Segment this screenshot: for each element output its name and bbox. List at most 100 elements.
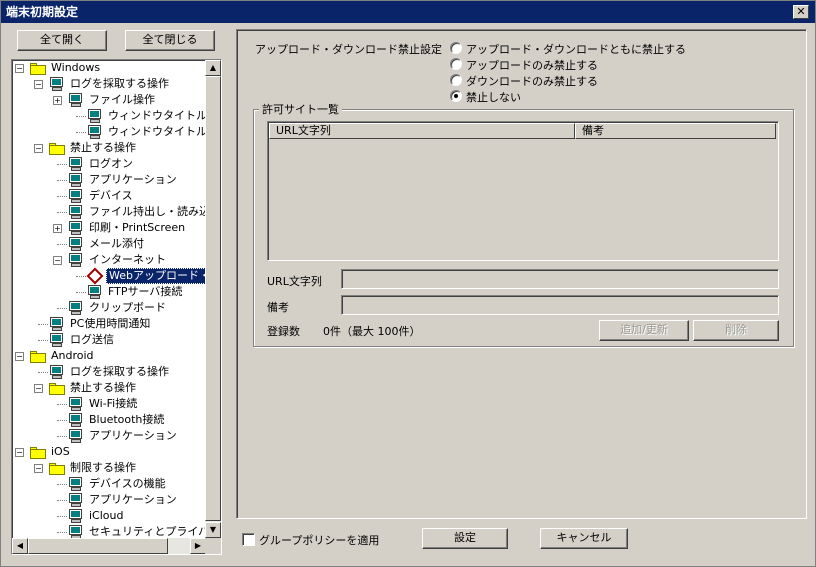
note-field-label: 備考 xyxy=(267,301,289,314)
collapse-icon[interactable]: − xyxy=(34,384,43,393)
delete-button[interactable]: 削除 xyxy=(693,320,779,341)
cancel-button[interactable]: キャンセル xyxy=(540,528,628,549)
scrollbar-corner xyxy=(205,538,221,554)
column-header-note[interactable]: 備考 xyxy=(575,123,776,139)
computer-icon xyxy=(68,301,84,316)
tree-item[interactable]: ログ送信 xyxy=(12,332,206,348)
folder-icon xyxy=(49,383,65,395)
tree-item-label: ログを採取する操作 xyxy=(70,77,169,90)
tree-item[interactable]: FTPサーバ接続 xyxy=(12,284,206,300)
tree-item[interactable]: − 制限する操作 xyxy=(12,460,206,476)
upload-download-setting-label: アップロード・ダウンロード禁止設定 xyxy=(255,43,442,56)
tree-item[interactable]: − Windows xyxy=(12,60,206,76)
group-policy-checkbox[interactable] xyxy=(242,533,255,546)
collapse-icon[interactable]: − xyxy=(15,448,24,457)
collapse-icon[interactable]: − xyxy=(34,464,43,473)
radio-option-label: ダウンロードのみ禁止する xyxy=(466,75,598,88)
settings-tree[interactable]: −Windows−ログを採取する操作+ファイル操作ウィンドウタイトルフィルウィン… xyxy=(11,59,222,555)
tree-item[interactable]: ウィンドウタイトル画面キ xyxy=(12,124,206,140)
tree-item-label: 制限する操作 xyxy=(70,461,136,474)
folder-icon xyxy=(49,463,65,475)
tree-item[interactable]: + 印刷・PrintScreen xyxy=(12,220,206,236)
computer-icon xyxy=(68,189,84,204)
tree-connector xyxy=(57,212,67,213)
tree-item-label: Windows xyxy=(51,61,101,74)
tree-item[interactable]: ログを採取する操作 xyxy=(12,364,206,380)
tree-item[interactable]: ファイル持出し・読み込 xyxy=(12,204,206,220)
radio-option-2[interactable] xyxy=(450,74,462,86)
tree-item[interactable]: Wi-Fi接続 xyxy=(12,396,206,412)
collapse-icon[interactable]: − xyxy=(53,256,62,265)
allowed-sites-list[interactable]: URL文字列 備考 xyxy=(267,121,779,261)
tree-item[interactable]: デバイス xyxy=(12,188,206,204)
tree-vertical-scrollbar[interactable]: ▲ ▼ xyxy=(205,60,221,538)
tree-connector xyxy=(38,324,48,325)
tree-item-label: Bluetooth接続 xyxy=(89,413,165,426)
scroll-right-icon[interactable]: ▶ xyxy=(190,538,206,554)
set-button[interactable]: 設定 xyxy=(422,528,508,549)
tree-item-label: 禁止する操作 xyxy=(70,141,136,154)
url-input[interactable] xyxy=(341,269,779,289)
radio-option-0[interactable] xyxy=(450,42,462,54)
collapse-icon[interactable]: − xyxy=(15,64,24,73)
tree-item-label: ログ送信 xyxy=(70,333,114,346)
tree-item-label: セキュリティとプライバシ xyxy=(89,525,206,538)
scroll-up-icon[interactable]: ▲ xyxy=(205,60,221,76)
tree-item-label: Webアップロード・ダ xyxy=(106,268,206,284)
radio-option-3[interactable] xyxy=(450,90,462,102)
computer-icon xyxy=(87,125,103,140)
expand-all-button[interactable]: 全て開く xyxy=(17,30,107,51)
scroll-left-icon[interactable]: ◀ xyxy=(12,538,28,554)
scroll-thumb-horizontal[interactable] xyxy=(28,538,168,554)
tree-connector xyxy=(57,308,67,309)
tree-item[interactable]: − Android xyxy=(12,348,206,364)
add-update-button[interactable]: 追加/更新 xyxy=(599,320,689,341)
expand-icon[interactable]: + xyxy=(53,96,62,105)
tree-horizontal-scrollbar[interactable]: ◀ ▶ xyxy=(12,538,206,554)
tree-item[interactable]: メール添付 xyxy=(12,236,206,252)
diamond-icon xyxy=(86,267,104,285)
collapse-all-button[interactable]: 全て閉じる xyxy=(125,30,215,51)
window-title: 端末初期設定 xyxy=(6,5,79,19)
tree-item[interactable]: − インターネット xyxy=(12,252,206,268)
tree-item[interactable]: アプリケーション xyxy=(12,172,206,188)
close-button[interactable]: ✕ xyxy=(793,5,809,19)
computer-icon xyxy=(68,93,84,108)
tree-item[interactable]: クリップボード xyxy=(12,300,206,316)
computer-icon xyxy=(68,509,84,524)
tree-item[interactable]: セキュリティとプライバシ xyxy=(12,524,206,538)
tree-item[interactable]: + ファイル操作 xyxy=(12,92,206,108)
tree-item-label: iCloud xyxy=(89,509,124,522)
expand-icon[interactable]: + xyxy=(53,224,62,233)
tree-item[interactable]: ウィンドウタイトルフィル xyxy=(12,108,206,124)
note-input[interactable] xyxy=(341,295,779,315)
radio-option-label: 禁止しない xyxy=(466,91,521,104)
tree-item-label: クリップボード xyxy=(89,301,166,314)
collapse-icon[interactable]: − xyxy=(34,144,43,153)
tree-item[interactable]: Webアップロード・ダ xyxy=(12,267,206,285)
tree-item[interactable]: Bluetooth接続 xyxy=(12,412,206,428)
collapse-icon[interactable]: − xyxy=(15,352,24,361)
tree-item-label: アプリケーション xyxy=(89,493,177,506)
tree-item[interactable]: − ログを採取する操作 xyxy=(12,76,206,92)
column-header-url[interactable]: URL文字列 xyxy=(269,123,575,139)
radio-option-1[interactable] xyxy=(450,58,462,70)
tree-item[interactable]: アプリケーション xyxy=(12,428,206,444)
tree-item[interactable]: − 禁止する操作 xyxy=(12,140,206,156)
tree-item[interactable]: − 禁止する操作 xyxy=(12,380,206,396)
tree-item[interactable]: PC使用時間通知 xyxy=(12,316,206,332)
collapse-icon[interactable]: − xyxy=(34,80,43,89)
scroll-down-icon[interactable]: ▼ xyxy=(205,522,221,538)
computer-icon xyxy=(68,237,84,252)
computer-icon xyxy=(68,253,84,268)
tree-item[interactable]: ログオン xyxy=(12,156,206,172)
tree-item[interactable]: デバイスの機能 xyxy=(12,476,206,492)
tree-item-label: デバイスの機能 xyxy=(89,477,166,490)
tree-item[interactable]: − iOS xyxy=(12,444,206,460)
tree-item[interactable]: アプリケーション xyxy=(12,492,206,508)
tree-item[interactable]: iCloud xyxy=(12,508,206,524)
computer-icon xyxy=(49,77,65,92)
folder-icon xyxy=(30,351,46,363)
computer-icon xyxy=(68,173,84,188)
scroll-thumb[interactable] xyxy=(205,76,221,521)
